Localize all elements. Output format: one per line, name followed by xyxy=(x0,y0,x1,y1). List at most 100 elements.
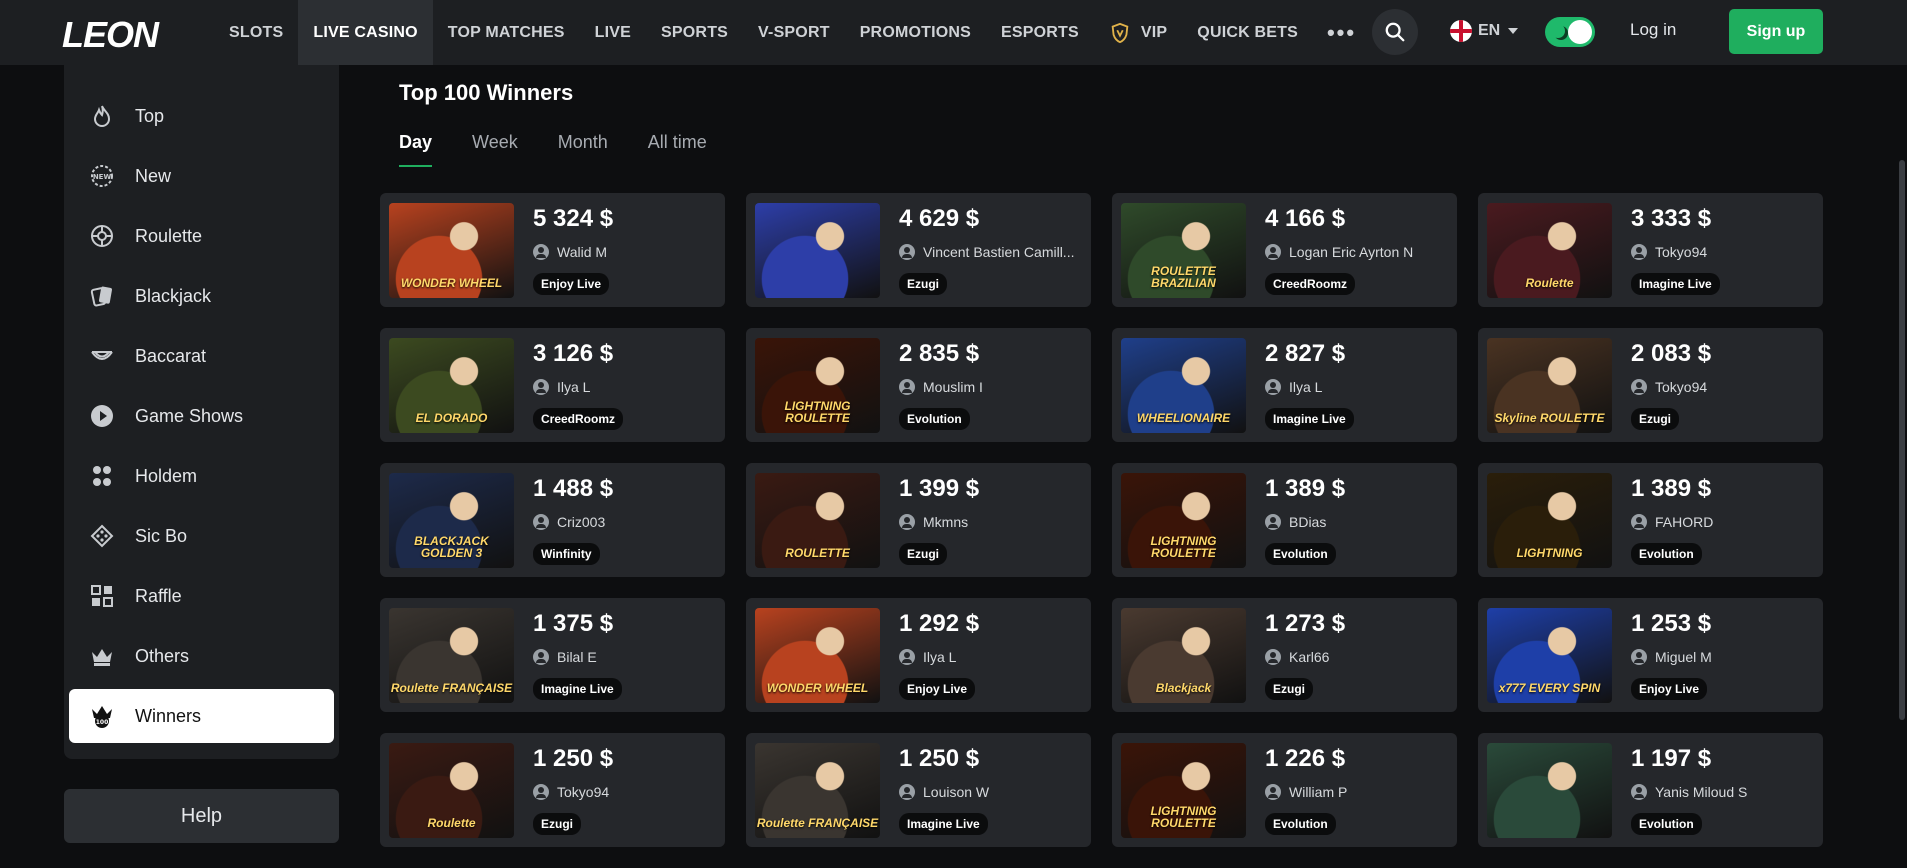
game-thumbnail[interactable]: WONDER WHEEL xyxy=(755,608,880,703)
provider-badge: Enjoy Live xyxy=(1631,678,1708,700)
game-thumbnail[interactable]: Roulette xyxy=(389,743,514,838)
winner-user: Bilal E xyxy=(533,649,713,665)
winner-card[interactable]: Roulette FRANÇAISE 1 375 $ Bilal E Imagine … xyxy=(380,598,725,712)
game-thumbnail[interactable]: EL DORADO xyxy=(389,338,514,433)
chevron-down-icon xyxy=(1508,28,1519,34)
winner-card[interactable]: WONDER WHEEL 5 324 $ Walid M Enjoy Live xyxy=(380,193,725,307)
tab-all-time[interactable]: All time xyxy=(648,132,707,167)
game-thumbnail[interactable]: BLACKJACK GOLDEN 3 xyxy=(389,473,514,568)
game-thumbnail[interactable]: Blackjack xyxy=(1121,608,1246,703)
nav-slots[interactable]: SLOTS xyxy=(214,0,298,65)
winner-user: Ilya L xyxy=(533,379,713,395)
nav-v-sport[interactable]: V-SPORT xyxy=(743,0,845,65)
winner-card[interactable]: LIGHTNING ROULETTE 2 835 $ Mouslim I Evolut… xyxy=(746,328,1091,442)
winner-card[interactable]: LIGHTNING ROULETTE 1 389 $ BDias Evolution xyxy=(1112,463,1457,577)
game-thumbnail[interactable]: LIGHTNING ROULETTE xyxy=(1121,473,1246,568)
winner-card[interactable]: ROULETTE 1 399 $ Mkmns Ezugi xyxy=(746,463,1091,577)
game-thumbnail[interactable]: LIGHTNING ROULETTE xyxy=(1121,743,1246,838)
winner-card[interactable]: Roulette 3 333 $ Tokyo94 Imagine Live xyxy=(1478,193,1823,307)
help-button[interactable]: Help xyxy=(64,789,339,843)
nav-quick-bets[interactable]: QUICK BETS xyxy=(1182,0,1313,65)
winner-card[interactable]: WONDER WHEEL 1 292 $ Ilya L Enjoy Live xyxy=(746,598,1091,712)
winner-user: Tokyo94 xyxy=(1631,379,1811,395)
win-amount: 3 126 $ xyxy=(533,340,614,367)
game-thumbnail[interactable]: WONDER WHEEL xyxy=(389,203,514,298)
winner-user: Walid M xyxy=(533,244,713,260)
game-title-art: BLACKJACK GOLDEN 3 xyxy=(414,533,489,561)
nav-esports[interactable]: ESPORTS xyxy=(986,0,1094,65)
winner-card[interactable]: Blackjack 1 273 $ Karl66 Ezugi xyxy=(1112,598,1457,712)
login-button[interactable]: Log in xyxy=(1630,20,1676,40)
nav-live-casino[interactable]: LIVE CASINO xyxy=(298,0,433,65)
win-amount: 1 273 $ xyxy=(1265,610,1346,637)
sidebar-item-top[interactable]: Top xyxy=(69,89,334,143)
page-scrollbar[interactable] xyxy=(1899,160,1905,720)
game-thumbnail[interactable] xyxy=(755,203,880,298)
winner-card[interactable]: LIGHTNING 1 389 $ FAHORD Evolution xyxy=(1478,463,1823,577)
winner-card[interactable]: x777 EVERY SPIN 1 253 $ Miguel M Enjoy Live xyxy=(1478,598,1823,712)
sidebar-item-winners[interactable]: 100 Winners xyxy=(69,689,334,743)
provider-badge: Evolution xyxy=(899,408,970,430)
win-amount: 1 226 $ xyxy=(1265,745,1346,772)
game-thumbnail[interactable]: Roulette xyxy=(1487,203,1612,298)
sidebar-item-baccarat[interactable]: Baccarat xyxy=(69,329,334,383)
winner-card[interactable]: ROULETTE BRAZILIAN 4 166 $ Logan Eric Ayrt… xyxy=(1112,193,1457,307)
category-sidebar: Top NEW New Roulette Blackjack Baccarat … xyxy=(64,65,339,759)
game-thumbnail[interactable]: LIGHTNING xyxy=(1487,473,1612,568)
game-thumbnail[interactable]: ROULETTE xyxy=(755,473,880,568)
winner-card[interactable]: Roulette 1 250 $ Tokyo94 Ezugi xyxy=(380,733,725,847)
game-thumbnail[interactable]: LIGHTNING ROULETTE xyxy=(755,338,880,433)
user-icon xyxy=(533,649,549,665)
winner-user: Louison W xyxy=(899,784,1079,800)
sidebar-item-game-shows[interactable]: Game Shows xyxy=(69,389,334,443)
language-selector[interactable]: EN xyxy=(1450,20,1519,42)
sidebar-item-blackjack[interactable]: Blackjack xyxy=(69,269,334,323)
winner-card[interactable]: 4 629 $ Vincent Bastien Camill... Ezugi xyxy=(746,193,1091,307)
sidebar-item-holdem[interactable]: Holdem xyxy=(69,449,334,503)
winner-card[interactable]: BLACKJACK GOLDEN 3 1 488 $ Criz003 Winfinit… xyxy=(380,463,725,577)
signup-button[interactable]: Sign up xyxy=(1729,9,1823,54)
toggle-knob xyxy=(1568,20,1592,44)
winner-card[interactable]: EL DORADO 3 126 $ Ilya L CreedRoomz xyxy=(380,328,725,442)
winner-user: Mkmns xyxy=(899,514,1079,530)
sidebar-item-new[interactable]: NEW New xyxy=(69,149,334,203)
game-thumbnail[interactable] xyxy=(1487,743,1612,838)
winner-username: Mkmns xyxy=(923,514,969,530)
more-menu-icon[interactable]: ••• xyxy=(1313,0,1370,65)
tab-week[interactable]: Week xyxy=(472,132,518,167)
top100-icon: 100 xyxy=(89,703,115,729)
provider-badge: Evolution xyxy=(1265,543,1336,565)
winner-card[interactable]: 1 197 $ Yanis Miloud S Evolution xyxy=(1478,733,1823,847)
tab-month[interactable]: Month xyxy=(558,132,608,167)
winner-card[interactable]: WHEELIONAIRE 2 827 $ Ilya L Imagine Live xyxy=(1112,328,1457,442)
winner-card[interactable]: Skyline ROULETTE 2 083 $ Tokyo94 Ezugi xyxy=(1478,328,1823,442)
nav-sports[interactable]: SPORTS xyxy=(646,0,743,65)
nav-top-matches[interactable]: TOP MATCHES xyxy=(433,0,580,65)
sidebar-item-raffle[interactable]: Raffle xyxy=(69,569,334,623)
theme-toggle[interactable] xyxy=(1545,17,1595,47)
search-button[interactable] xyxy=(1372,9,1418,55)
sidebar-item-sic-bo[interactable]: Sic Bo xyxy=(69,509,334,563)
game-thumbnail[interactable]: Roulette FRANÇAISE xyxy=(389,608,514,703)
nav-promotions[interactable]: PROMOTIONS xyxy=(845,0,986,65)
game-thumbnail[interactable]: x777 EVERY SPIN xyxy=(1487,608,1612,703)
win-amount: 1 375 $ xyxy=(533,610,614,637)
leon-logo[interactable]: LEON xyxy=(62,14,159,56)
uk-flag-icon xyxy=(1450,20,1472,42)
game-thumbnail[interactable]: Roulette FRANÇAISE xyxy=(755,743,880,838)
sidebar-item-others[interactable]: Others xyxy=(69,629,334,683)
winner-card[interactable]: Roulette FRANÇAISE 1 250 $ Louison W Imagin… xyxy=(746,733,1091,847)
winner-card[interactable]: LIGHTNING ROULETTE 1 226 $ William P Evolut… xyxy=(1112,733,1457,847)
nav-vip[interactable]: VIP xyxy=(1094,0,1182,65)
game-thumbnail[interactable]: ROULETTE BRAZILIAN xyxy=(1121,203,1246,298)
game-title-art: WONDER WHEEL xyxy=(400,276,503,291)
game-thumbnail[interactable]: Skyline ROULETTE xyxy=(1487,338,1612,433)
tab-day[interactable]: Day xyxy=(399,132,433,167)
sidebar-item-label: Top xyxy=(135,105,165,126)
sidebar-item-roulette[interactable]: Roulette xyxy=(69,209,334,263)
user-icon xyxy=(899,514,915,530)
winner-user: Vincent Bastien Camill... xyxy=(899,244,1079,260)
game-thumbnail[interactable]: WHEELIONAIRE xyxy=(1121,338,1246,433)
nav-live[interactable]: LIVE xyxy=(580,0,646,65)
win-amount: 2 835 $ xyxy=(899,340,980,367)
